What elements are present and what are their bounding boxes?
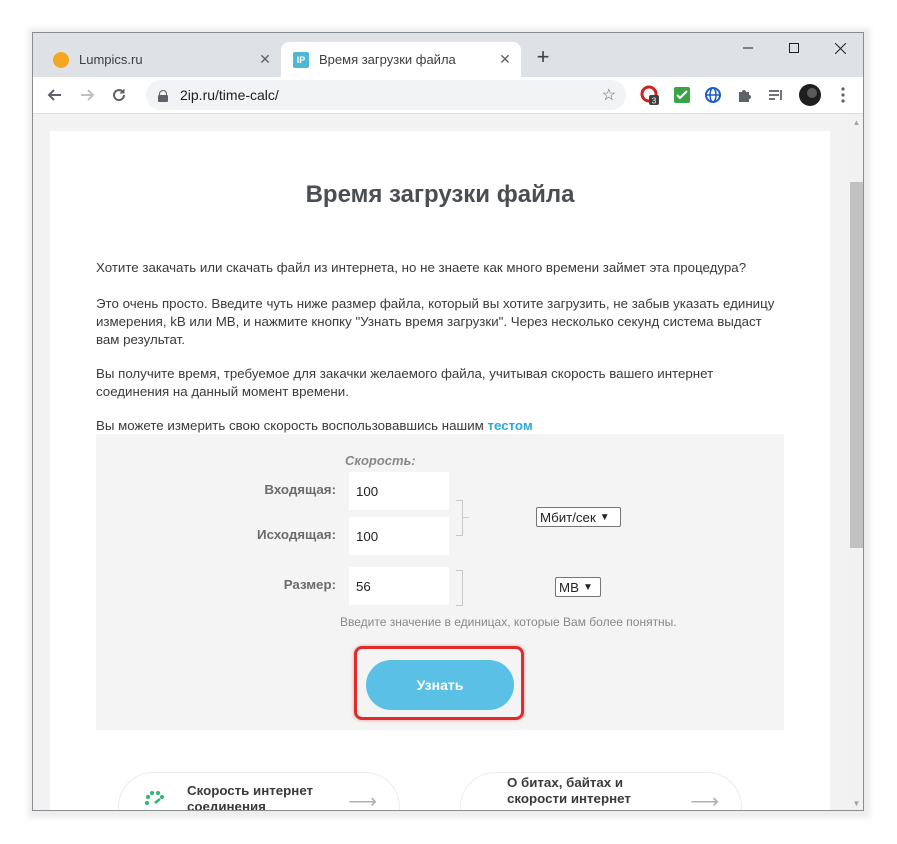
intro-paragraph-1: Хотите закачать или скачать файл из инте… — [96, 260, 747, 275]
svg-text:3: 3 — [652, 97, 657, 106]
reload-icon — [113, 89, 126, 102]
promo-title-line1: Скорость интернет — [187, 783, 314, 798]
arrow-left-icon — [47, 89, 61, 101]
speed-bracket — [456, 500, 463, 536]
speed-test-link[interactable]: тестом — [487, 418, 532, 433]
promo-title: Скорость интернет соединения — [187, 783, 314, 811]
chevron-down-icon: ▼ — [582, 581, 593, 593]
window-close-button[interactable] — [817, 33, 863, 63]
scroll-down-arrow-icon[interactable]: ▼ — [848, 795, 863, 810]
tab-lumpics[interactable]: Lumpics.ru ✕ — [41, 42, 281, 77]
browser-toolbar: 2ip.ru/time-calc/ ☆ 3 — [33, 77, 863, 114]
puzzle-extensions-icon[interactable] — [735, 85, 755, 105]
chevron-down-icon: ▼ — [599, 511, 610, 523]
intro-paragraph-3: Вы получите время, требуемое для закачки… — [96, 366, 714, 399]
size-bracket — [456, 570, 463, 606]
arrow-right-icon — [81, 89, 95, 101]
address-bar[interactable]: 2ip.ru/time-calc/ ☆ — [146, 80, 626, 110]
arrow-right-icon: ⟶ — [348, 791, 377, 811]
outgoing-label: Исходящая: — [257, 527, 336, 542]
vpn-extension-icon[interactable] — [703, 85, 723, 105]
intro-paragraph-2: Это очень просто. Введите чуть ниже разм… — [96, 296, 775, 347]
speed-unit-value: Мбит/сек — [540, 509, 596, 525]
reload-button[interactable] — [105, 81, 133, 109]
page-viewport: Время загрузки файла Хотите закачать или… — [33, 114, 848, 811]
size-unit-select[interactable]: MB ▼ — [555, 577, 601, 597]
arrow-right-icon: ⟶ — [690, 791, 719, 811]
url-text[interactable]: 2ip.ru/time-calc/ — [180, 87, 602, 103]
lock-icon[interactable] — [158, 89, 168, 102]
incoming-label: Входящая: — [264, 482, 336, 497]
calculator-form: Скорость: Входящая: Исходящая: Мбит/сек … — [96, 434, 784, 730]
forward-button[interactable] — [73, 81, 101, 109]
lumpics-favicon-icon — [53, 51, 69, 68]
promo-title-line2: скорости интернет — [507, 791, 631, 806]
speed-label: Скорость: — [345, 453, 416, 468]
speed-gauge-icon — [145, 791, 164, 805]
media-queue-icon[interactable] — [766, 85, 786, 105]
profile-avatar[interactable] — [798, 83, 822, 107]
tab-strip: Lumpics.ru ✕ IP Время загрузки файла ✕ + — [33, 33, 863, 77]
promo-title-line2: соединения — [187, 799, 266, 811]
tab-title: Lumpics.ru — [79, 52, 143, 67]
scrollbar-thumb[interactable] — [850, 182, 863, 548]
speed-bracket-tick — [463, 517, 469, 518]
vertical-scrollbar[interactable]: ▲ ▼ — [848, 114, 863, 810]
browser-window: Lumpics.ru ✕ IP Время загрузки файла ✕ +… — [32, 32, 864, 811]
promo-title: О битах, байтах и скорости интернет — [507, 775, 631, 807]
test-link-prefix: Вы можете измерить свою скорость восполь… — [96, 418, 488, 433]
maximize-button[interactable] — [771, 33, 817, 63]
close-icon[interactable]: ✕ — [257, 51, 273, 68]
content-card: Время загрузки файла Хотите закачать или… — [50, 131, 830, 811]
promo-speed-test[interactable]: Скорость интернет соединения ⟶ — [118, 772, 400, 811]
bookmark-star-icon[interactable]: ☆ — [602, 85, 616, 105]
opera-extension-icon[interactable]: 3 — [640, 85, 660, 105]
tab-time-calc[interactable]: IP Время загрузки файла ✕ — [281, 42, 521, 77]
tab-title: Время загрузки файла — [319, 52, 456, 67]
size-label: Размер: — [283, 577, 336, 592]
file-size-input[interactable] — [349, 567, 449, 605]
incoming-speed-input[interactable] — [349, 472, 449, 510]
scroll-up-arrow-icon[interactable]: ▲ — [848, 114, 863, 131]
highlight-frame — [354, 646, 524, 720]
ip-logo-icon: IP — [293, 51, 309, 68]
checkmark-extension-icon[interactable] — [672, 85, 692, 105]
promo-bits-bytes[interactable]: О битах, байтах и скорости интернет ⟶ — [460, 772, 742, 811]
outgoing-speed-input[interactable] — [349, 517, 449, 555]
close-icon[interactable]: ✕ — [497, 51, 513, 68]
speed-unit-select[interactable]: Мбит/сек ▼ — [536, 507, 621, 527]
page-title: Время загрузки файла — [305, 181, 575, 208]
intro-paragraph-4: Вы можете измерить свою скорость восполь… — [96, 417, 786, 435]
new-tab-button[interactable]: + — [531, 44, 555, 69]
menu-kebab-icon[interactable] — [833, 85, 853, 105]
promo-title-line1: О битах, байтах и — [507, 775, 624, 790]
input-hint: Введите значение в единицах, которые Вам… — [340, 615, 677, 629]
size-unit-value: MB — [559, 579, 579, 595]
back-button[interactable] — [41, 81, 69, 109]
minimize-button[interactable] — [725, 33, 771, 63]
